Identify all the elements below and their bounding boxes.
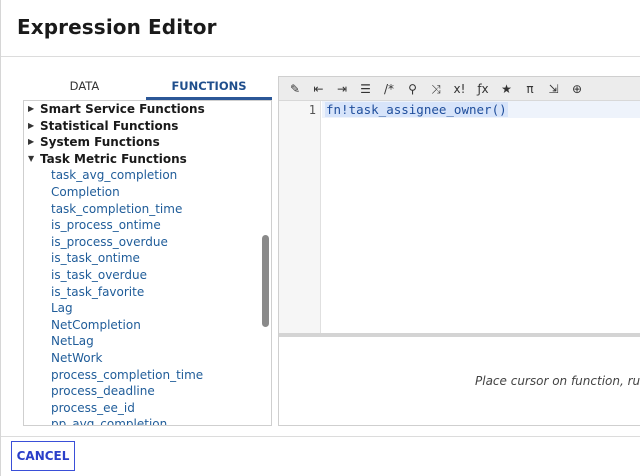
tree-function-item[interactable]: is_task_ontime xyxy=(24,250,260,267)
list-icon[interactable]: ☰ xyxy=(357,80,375,98)
left-panel-tabs: DATA FUNCTIONS xyxy=(23,76,272,100)
outdent-icon[interactable]: ⇤ xyxy=(310,80,328,98)
tree-function-item[interactable]: process_ee_id xyxy=(24,400,260,417)
star-icon[interactable]: ★ xyxy=(498,80,516,98)
tree-function-item[interactable]: is_process_ontime xyxy=(24,217,260,234)
tree-function-item[interactable]: process_deadline xyxy=(24,383,260,400)
tree-function-item[interactable]: task_completion_time xyxy=(24,201,260,218)
tree-category[interactable]: ▶ Smart Service Functions xyxy=(24,101,260,118)
cancel-button[interactable]: CANCEL xyxy=(11,441,75,471)
shuffle-icon[interactable]: ⤨ xyxy=(427,80,445,98)
help-text: Place cursor on function, rule, c xyxy=(475,374,640,388)
tree-function-item[interactable]: NetCompletion xyxy=(24,317,260,334)
globe-icon[interactable]: ⊕ xyxy=(568,80,586,98)
tree-category-label: Smart Service Functions xyxy=(40,102,205,116)
tree-category-label: Statistical Functions xyxy=(40,118,179,133)
tree-function-item[interactable]: is_process_overdue xyxy=(24,234,260,251)
code-area[interactable]: 1 fn!task_assignee_owner() xyxy=(279,101,640,337)
tree-function-item[interactable]: NetLag xyxy=(24,333,260,350)
code-editor: ✎ ⇤ ⇥ ☰ /* ⚲ ⤨ x! ƒx ★ π ⇲ ⊕ 1 fn!task_assignee_owne… xyxy=(278,76,640,426)
dialog-footer xyxy=(1,436,640,476)
caret-down-icon[interactable]: ▼ xyxy=(28,151,36,168)
caret-right-icon[interactable]: ▶ xyxy=(28,118,36,135)
expression-editor-dialog: Expression Editor DATA FUNCTIONS ▶ Smart … xyxy=(0,0,640,476)
caret-right-icon[interactable]: ▶ xyxy=(28,101,36,118)
editor-toolbar: ✎ ⇤ ⇥ ☰ /* ⚲ ⤨ x! ƒx ★ π ⇲ ⊕ xyxy=(279,77,640,101)
not-icon[interactable]: x! xyxy=(451,80,469,98)
line-number: 1 xyxy=(308,103,316,117)
export-icon[interactable]: ⇲ xyxy=(545,80,563,98)
tab-functions[interactable]: FUNCTIONS xyxy=(146,76,272,100)
function-tree: ▶ Smart Service Functions ▶ Statistical Fun… xyxy=(24,101,260,425)
tree-function-item[interactable]: NetWork xyxy=(24,350,260,367)
pi-icon[interactable]: π xyxy=(521,80,539,98)
tree-function-item[interactable]: process_completion_time xyxy=(24,367,260,384)
tree-function-item[interactable]: Lag xyxy=(24,300,260,317)
function-tree-panel: ▶ Smart Service Functions ▶ Statistical Fun… xyxy=(23,100,272,426)
tree-function-item[interactable]: pp_avg_completion xyxy=(24,416,260,425)
tree-category-label: Task Metric Functions xyxy=(40,151,187,166)
function-icon[interactable]: ƒx xyxy=(474,80,492,98)
tab-data[interactable]: DATA xyxy=(23,76,146,100)
magic-wand-icon[interactable]: ✎ xyxy=(286,80,304,98)
dialog-title: Expression Editor xyxy=(17,15,217,39)
caret-right-icon[interactable]: ▶ xyxy=(28,134,36,151)
tree-function-item[interactable]: is_task_favorite xyxy=(24,284,260,301)
tree-category[interactable]: ▶ Statistical Functions xyxy=(24,118,260,135)
tree-category-label: System Functions xyxy=(40,135,160,150)
tree-function-item[interactable]: is_task_overdue xyxy=(24,267,260,284)
search-icon[interactable]: ⚲ xyxy=(404,80,422,98)
tree-function-item[interactable]: Completion xyxy=(24,184,260,201)
tree-function-item[interactable]: task_avg_completion xyxy=(24,167,260,184)
tree-category[interactable]: ▶ System Functions xyxy=(24,134,260,151)
dialog-header: Expression Editor xyxy=(1,0,640,57)
indent-icon[interactable]: ⇥ xyxy=(333,80,351,98)
active-code-line[interactable]: fn!task_assignee_owner() xyxy=(322,101,640,118)
line-gutter: 1 xyxy=(279,101,321,333)
comment-icon[interactable]: /* xyxy=(380,80,398,98)
code-text[interactable]: fn!task_assignee_owner() xyxy=(325,102,508,117)
help-panel: Place cursor on function, rule, c xyxy=(279,341,640,427)
tree-scrollbar[interactable] xyxy=(262,235,269,327)
tree-category[interactable]: ▼ Task Metric Functions xyxy=(24,151,260,168)
